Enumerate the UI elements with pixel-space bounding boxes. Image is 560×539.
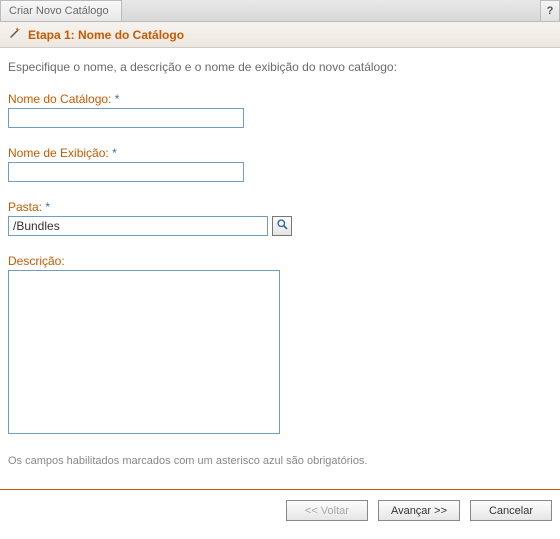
content-area: Especifique o nome, a descrição e o nome… — [0, 48, 560, 489]
instruction-text: Especifique o nome, a descrição e o nome… — [8, 60, 552, 74]
search-icon — [276, 218, 289, 234]
label-display-name: Nome de Exibição: * — [8, 146, 552, 160]
cancel-button[interactable]: Cancelar — [470, 500, 552, 521]
required-marker: * — [115, 92, 120, 106]
field-description: Descrição: — [8, 254, 552, 437]
help-button[interactable]: ? — [540, 0, 560, 21]
step-bar: Etapa 1: Nome do Catálogo — [0, 22, 560, 48]
label-catalog-name-text: Nome do Catálogo: — [8, 92, 111, 106]
label-folder-text: Pasta: — [8, 200, 42, 214]
wand-icon — [8, 26, 22, 43]
browse-folder-button[interactable] — [272, 216, 292, 236]
title-bar: Criar Novo Catálogo ? — [0, 0, 560, 22]
label-display-name-text: Nome de Exibição: — [8, 146, 109, 160]
wizard-buttons: << Voltar Avançar >> Cancelar — [0, 500, 560, 531]
window-title: Criar Novo Catálogo — [0, 0, 122, 21]
field-display-name: Nome de Exibição: * — [8, 146, 552, 182]
back-button[interactable]: << Voltar — [286, 500, 368, 521]
separator — [0, 489, 560, 490]
input-description[interactable] — [8, 270, 280, 434]
field-folder: Pasta: * — [8, 200, 552, 236]
label-folder: Pasta: * — [8, 200, 552, 214]
field-catalog-name: Nome do Catálogo: * — [8, 92, 552, 128]
required-footnote: Os campos habilitados marcados com um as… — [8, 455, 552, 467]
help-icon: ? — [547, 5, 554, 17]
input-folder[interactable] — [8, 216, 268, 236]
required-marker: * — [112, 146, 117, 160]
input-display-name[interactable] — [8, 162, 244, 182]
step-label: Etapa 1: Nome do Catálogo — [28, 28, 184, 42]
input-catalog-name[interactable] — [8, 108, 244, 128]
required-marker: * — [45, 200, 50, 214]
label-catalog-name: Nome do Catálogo: * — [8, 92, 552, 106]
next-button[interactable]: Avançar >> — [378, 500, 460, 521]
label-description: Descrição: — [8, 254, 552, 268]
title-spacer — [122, 0, 540, 21]
